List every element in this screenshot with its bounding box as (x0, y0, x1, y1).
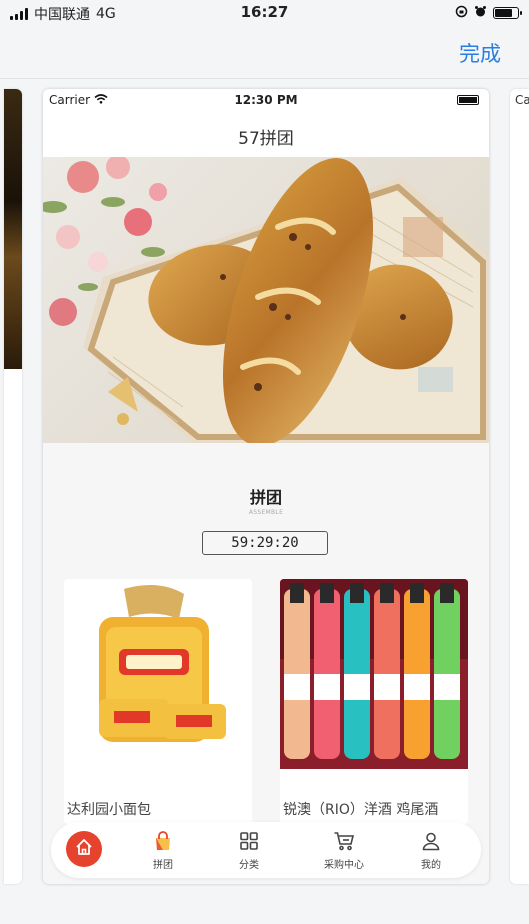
product-image (64, 579, 252, 769)
tab-label: 我的 (421, 860, 441, 871)
countdown-timer: 59:29:20 (202, 531, 328, 555)
tab-purchase-center[interactable]: 采购中心 (304, 830, 384, 871)
alarm-icon (474, 5, 487, 21)
product-image (280, 579, 468, 769)
device-status-bar: 中国联通 4G 16:27 (0, 0, 529, 26)
tab-label: 分类 (239, 860, 259, 871)
bread-photo (43, 157, 489, 443)
user-icon (391, 830, 471, 852)
previous-page-preview[interactable] (4, 89, 22, 884)
preview-time: 12:30 PM (234, 93, 298, 107)
tab-label: 拼团 (153, 860, 173, 871)
home-icon (75, 838, 93, 860)
preview-nav-bar: 57拼团 (43, 111, 489, 157)
done-button[interactable]: 完成 (459, 38, 501, 68)
rotation-lock-icon (455, 5, 468, 21)
status-time: 16:27 (240, 3, 289, 21)
product-name: 达利园小面包 (67, 802, 151, 818)
tab-category[interactable]: 分类 (209, 830, 289, 871)
home-button[interactable] (66, 831, 102, 867)
product-name: 锐澳（RIO）洋酒 鸡尾酒 (283, 802, 439, 818)
battery-level (495, 9, 512, 17)
tab-label: 采购中心 (324, 860, 364, 871)
product-card[interactable]: 锐澳（RIO）洋酒 鸡尾酒 (280, 579, 468, 824)
preview-status-bar: Carrier 12:30 PM (43, 89, 489, 111)
tab-group-buy[interactable]: 拼团 (123, 830, 203, 871)
page-title: 57拼团 (238, 129, 294, 149)
tab-mine[interactable]: 我的 (391, 830, 471, 871)
banner-image[interactable] (43, 157, 489, 443)
previous-page-image (4, 89, 22, 369)
next-page-preview[interactable]: Ca (510, 89, 529, 884)
bottom-tab-bar: 拼团 分类 采购中心 我的 (51, 822, 481, 878)
group-buy-bag-icon (123, 830, 203, 852)
status-right (455, 5, 522, 21)
battery-icon (493, 7, 522, 19)
header-divider (0, 78, 529, 79)
section-subtitle: ASSEMBLE (248, 509, 284, 516)
section-title: 拼团 (249, 488, 282, 507)
cart-icon (304, 830, 384, 852)
preview-battery-icon (457, 95, 479, 105)
next-page-peek-text: Ca (515, 93, 529, 107)
product-card[interactable]: 达利园小面包 (64, 579, 252, 824)
category-grid-icon (209, 830, 289, 852)
page-preview-card[interactable]: Carrier 12:30 PM 57拼团 拼团 ASSEMBLE 59:29:… (43, 89, 489, 884)
